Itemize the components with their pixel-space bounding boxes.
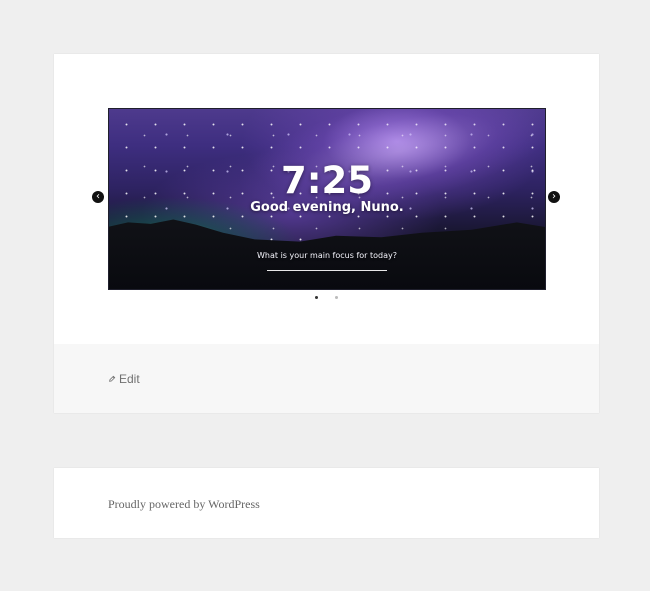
edit-link[interactable]: Edit	[108, 372, 140, 386]
clock-time: 7:25	[280, 159, 374, 202]
post-footer: Edit	[54, 344, 599, 413]
slider-pagination	[312, 296, 342, 301]
next-slide-button[interactable]: ›	[548, 191, 560, 203]
greeting-text: Good evening, Nuno.	[250, 200, 404, 215]
slide-image: 7:25 Good evening, Nuno. What is your ma…	[108, 108, 546, 290]
site-footer: Proudly powered by WordPress	[54, 468, 599, 538]
chevron-right-icon: ›	[552, 191, 556, 202]
post-card: 7:25 Good evening, Nuno. What is your ma…	[54, 54, 599, 413]
previous-slide-button[interactable]: ‹	[92, 191, 104, 203]
slide-dot-active[interactable]	[315, 296, 318, 299]
powered-by-wordpress-link[interactable]: Proudly powered by WordPress	[108, 497, 260, 511]
focus-input-line	[267, 270, 387, 271]
chevron-left-icon: ‹	[96, 191, 100, 202]
slide-dot-inactive[interactable]	[335, 296, 338, 299]
pencil-icon	[109, 375, 116, 382]
image-slider[interactable]: 7:25 Good evening, Nuno. What is your ma…	[54, 54, 599, 344]
focus-question: What is your main focus for today?	[257, 251, 397, 260]
edit-label: Edit	[119, 372, 140, 386]
